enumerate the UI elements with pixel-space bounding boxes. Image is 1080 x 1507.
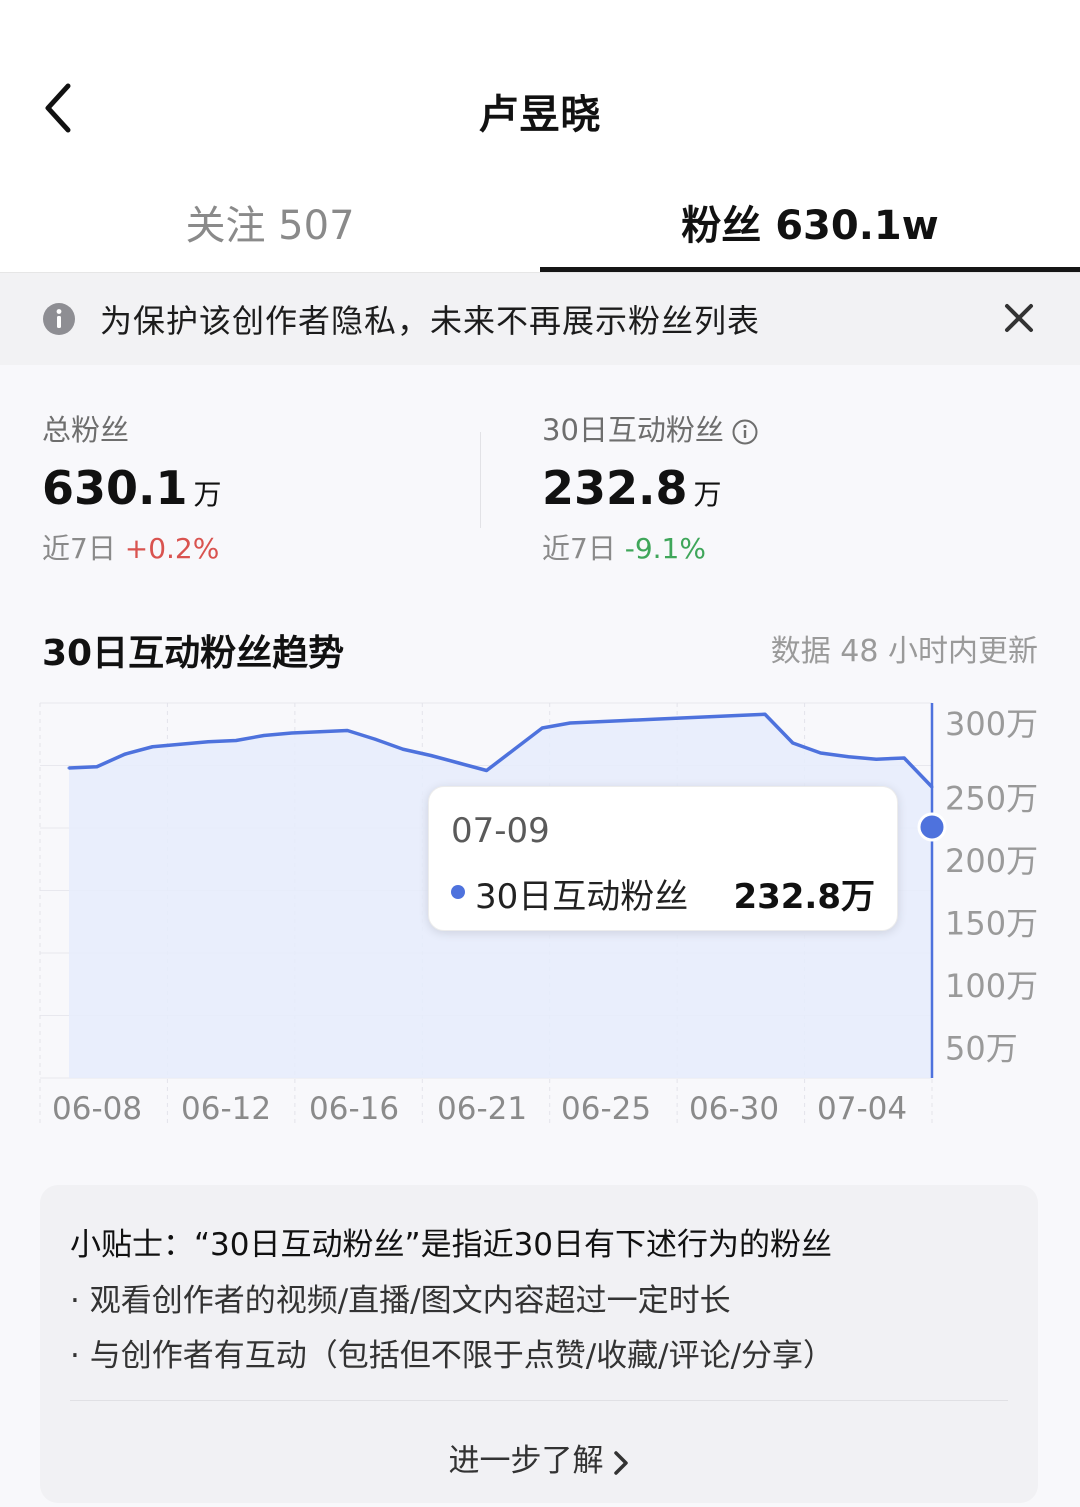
data-point xyxy=(512,747,516,751)
data-point xyxy=(401,747,405,751)
y-tick-label: 150万 xyxy=(945,905,1038,943)
tooltip-date: 07-09 xyxy=(451,811,550,851)
data-point xyxy=(290,731,294,735)
data-point xyxy=(123,752,127,756)
x-tick-label: 06-16 xyxy=(309,1091,399,1127)
data-point xyxy=(846,755,850,759)
total-followers-value: 630.1 xyxy=(42,461,188,515)
data-point xyxy=(707,715,711,719)
active-followers-value-row: 232.8 万 xyxy=(542,461,758,515)
data-point xyxy=(234,739,238,742)
x-tick-label: 06-25 xyxy=(561,1091,651,1127)
data-point xyxy=(206,740,210,744)
header: 卢昱晓 xyxy=(0,0,1080,175)
data-point xyxy=(819,751,823,755)
stats-divider xyxy=(480,432,481,528)
learn-more-link[interactable]: 进一步了解 xyxy=(40,1435,1038,1480)
active-followers-value: 232.8 xyxy=(542,461,688,515)
total-followers-change: +0.2% xyxy=(124,532,220,565)
active-followers-label-row: 30日互动粉丝 xyxy=(542,407,758,449)
data-point xyxy=(568,721,572,725)
active-followers-unit: 万 xyxy=(693,478,722,511)
data-point xyxy=(679,716,683,720)
privacy-notice-text: 为保护该创作者隐私，未来不再展示粉丝列表 xyxy=(100,302,761,340)
y-tick-label: 100万 xyxy=(945,967,1038,1005)
x-tick-label: 07-04 xyxy=(817,1091,907,1127)
data-point xyxy=(178,742,182,746)
data-point xyxy=(735,714,739,717)
data-point xyxy=(67,766,71,770)
y-tick-label: 300万 xyxy=(945,705,1038,743)
x-tick-label: 06-30 xyxy=(689,1091,779,1127)
tab-followers[interactable]: 粉丝 630.1w xyxy=(540,193,1080,251)
x-tick-label: 06-12 xyxy=(181,1091,271,1127)
data-point xyxy=(652,717,656,721)
trend-title: 30日互动粉丝趋势 xyxy=(42,633,345,674)
x-tick-label: 06-08 xyxy=(52,1091,142,1127)
data-point xyxy=(902,756,906,760)
data-point xyxy=(485,769,489,772)
data-point xyxy=(791,741,795,745)
x-tick-label: 06-21 xyxy=(437,1091,527,1127)
data-point xyxy=(874,757,878,761)
active-followers-period: 近7日 xyxy=(542,532,616,565)
tooltip-value: 232.8万 xyxy=(733,877,875,917)
y-tick-label: 50万 xyxy=(945,1030,1018,1068)
data-point xyxy=(763,712,767,716)
total-followers-change-row: 近7日 +0.2% xyxy=(42,527,222,567)
tab-following[interactable]: 关注 507 xyxy=(0,193,540,251)
total-followers-value-row: 630.1 万 xyxy=(42,461,222,515)
data-point xyxy=(318,730,322,734)
close-icon[interactable] xyxy=(1003,302,1035,334)
total-followers-stat: 总粉丝 630.1 万 近7日 +0.2% xyxy=(42,407,222,567)
total-followers-unit: 万 xyxy=(193,478,222,511)
trend-update-note: 数据 48 小时内更新 xyxy=(770,634,1038,669)
data-point xyxy=(95,765,99,769)
tips-item: · 观看创作者的视频/直播/图文内容超过一定时长 xyxy=(70,1283,731,1319)
series-dot-icon xyxy=(451,885,465,899)
total-followers-label: 总粉丝 xyxy=(42,413,130,447)
tooltip-series-label: 30日互动粉丝 xyxy=(475,877,689,917)
page-title: 卢昱晓 xyxy=(478,92,602,138)
highlight-dot xyxy=(917,812,947,842)
tips-divider xyxy=(70,1400,1008,1401)
tips-card: 小贴士：“30日互动粉丝”是指近30日有下述行为的粉丝 · 观看创作者的视频/直… xyxy=(40,1185,1038,1503)
data-point xyxy=(345,729,349,732)
tips-title: 小贴士：“30日互动粉丝”是指近30日有下述行为的粉丝 xyxy=(70,1227,833,1263)
active-followers-change: -9.1% xyxy=(624,532,706,565)
learn-more-label: 进一步了解 xyxy=(448,1443,604,1479)
data-point xyxy=(262,734,266,737)
active-followers-change-row: 近7日 -9.1% xyxy=(542,527,758,567)
data-point xyxy=(596,720,600,724)
tab-bar: 关注 507 粉丝 630.1w xyxy=(0,175,1080,273)
y-tick-label: 250万 xyxy=(945,780,1038,818)
total-followers-period: 近7日 xyxy=(42,532,116,565)
data-point xyxy=(373,737,377,741)
data-point xyxy=(624,719,628,722)
info-icon xyxy=(43,303,75,335)
chart-tooltip: 07-09 30日互动粉丝 232.8万 xyxy=(428,786,898,931)
info-outline-icon[interactable] xyxy=(732,419,758,445)
chevron-right-icon xyxy=(613,1450,628,1475)
data-point xyxy=(151,745,155,749)
y-tick-label: 200万 xyxy=(945,842,1038,880)
active-followers-label: 30日互动粉丝 xyxy=(542,413,724,447)
data-point xyxy=(540,726,544,730)
tips-item: · 与创作者有互动（包括但不限于点赞/收藏/评论/分享） xyxy=(70,1338,835,1374)
data-point xyxy=(429,754,433,757)
data-point xyxy=(457,761,461,765)
active-followers-stat: 30日互动粉丝 232.8 万 近7日 -9.1% xyxy=(542,407,758,567)
